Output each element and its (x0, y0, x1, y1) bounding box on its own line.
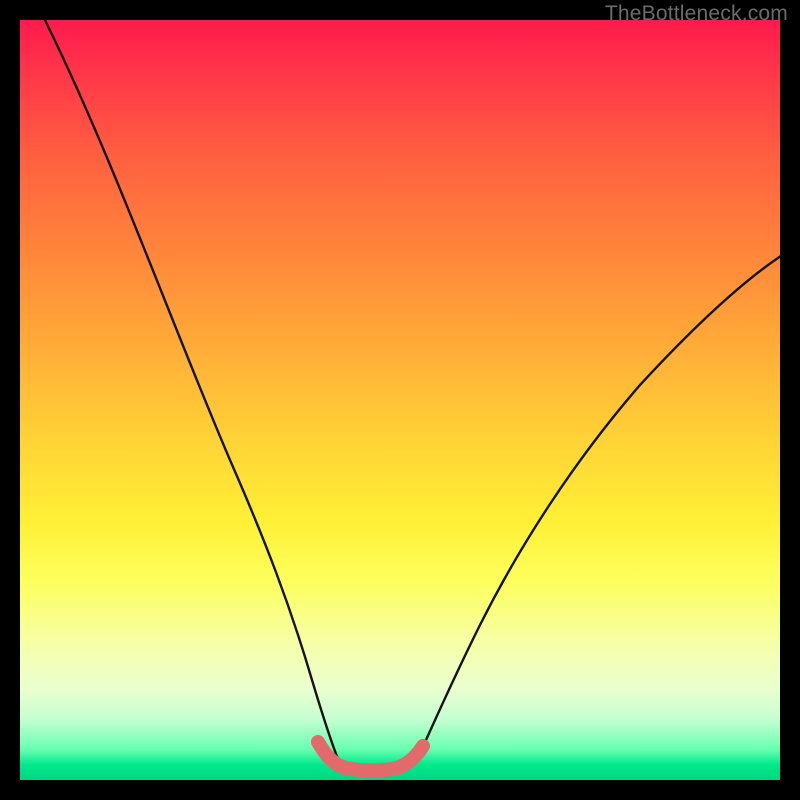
left-branch-curve (40, 20, 340, 764)
right-branch-curve (415, 232, 780, 764)
chart-frame: TheBottleneck.com (0, 0, 800, 800)
curve-layer (20, 20, 780, 780)
plot-area (20, 20, 780, 780)
watermark-text: TheBottleneck.com (605, 2, 788, 26)
